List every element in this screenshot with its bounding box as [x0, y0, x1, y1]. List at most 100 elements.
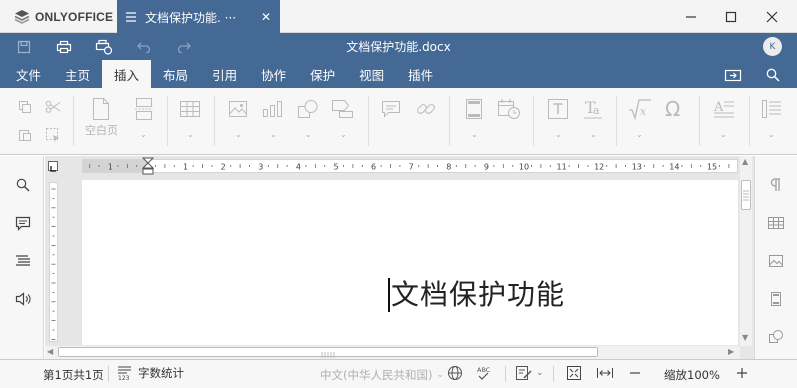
insert-shape-button[interactable]: [297, 98, 319, 120]
document-text[interactable]: 文档保护功能: [391, 273, 565, 313]
document-language-button[interactable]: [447, 365, 463, 381]
paste-icon: [19, 130, 31, 141]
blank-page-icon: [93, 98, 109, 120]
columns-button[interactable]: [760, 97, 784, 121]
tab-layout[interactable]: 布局: [151, 60, 200, 88]
tab-plugins[interactable]: 插件: [396, 60, 445, 88]
insert-table-button[interactable]: [178, 98, 202, 120]
chevron-down-icon[interactable]: ⌄: [590, 130, 597, 139]
tab-view[interactable]: 视图: [347, 60, 396, 88]
ruler-number: 5: [333, 163, 338, 172]
fit-page-button[interactable]: [566, 365, 582, 381]
scroll-left-icon[interactable]: ◀: [47, 347, 53, 356]
indent-marker-icon[interactable]: [142, 157, 154, 175]
grip-icon: [743, 190, 749, 201]
vertical-scrollbar[interactable]: ▲ ▼: [740, 156, 752, 346]
tab-protection[interactable]: 保护: [298, 60, 347, 88]
zoom-in-button[interactable]: [735, 365, 749, 381]
chevron-down-icon[interactable]: ⌄: [340, 130, 347, 139]
spellcheck-button[interactable]: ABC: [476, 365, 494, 381]
tab-insert[interactable]: 插入: [102, 60, 152, 88]
symbol-button[interactable]: Ω: [663, 97, 687, 121]
image-settings-button[interactable]: [766, 251, 786, 271]
blank-page-button[interactable]: [90, 96, 112, 122]
cut-button[interactable]: [44, 98, 62, 116]
scroll-down-icon[interactable]: ▼: [742, 333, 748, 342]
search-button[interactable]: [763, 65, 783, 85]
user-avatar[interactable]: K: [763, 37, 782, 56]
chevron-down-icon[interactable]: ⌄: [140, 130, 147, 139]
scroll-right-icon[interactable]: ▶: [728, 347, 734, 356]
chevron-down-icon[interactable]: ⌄: [235, 130, 242, 139]
chevron-down-icon[interactable]: ⌄: [270, 130, 277, 139]
word-count-label: 字数统计: [138, 366, 184, 380]
scroll-up-icon[interactable]: ▲: [742, 157, 748, 166]
copy-button[interactable]: [16, 98, 34, 116]
comments-panel-button[interactable]: [13, 214, 33, 232]
maximize-icon: [725, 11, 737, 23]
page-info[interactable]: 第1页共1页: [43, 367, 104, 383]
plus-icon: [737, 368, 747, 378]
text-box-button[interactable]: [546, 97, 570, 121]
table-settings-button[interactable]: [766, 213, 786, 233]
open-location-button[interactable]: [723, 65, 743, 85]
insert-smartart-button[interactable]: [331, 98, 355, 120]
paragraph-settings-button[interactable]: [766, 175, 786, 195]
equation-button[interactable]: x: [628, 97, 652, 121]
toolbar-separator: [699, 96, 700, 146]
tab-file[interactable]: 文件: [0, 60, 53, 88]
chevron-down-icon[interactable]: ⌄: [471, 130, 478, 139]
vertical-scroll-thumb[interactable]: [741, 180, 751, 210]
fit-width-button[interactable]: [596, 365, 614, 381]
drop-cap-button[interactable]: A: [712, 97, 736, 121]
header-footer-settings-button[interactable]: [766, 289, 786, 309]
close-tab-icon[interactable]: ✕: [261, 10, 271, 24]
page-break-icon: [135, 98, 153, 120]
word-count-button[interactable]: 123 字数统计: [117, 365, 184, 381]
tab-home[interactable]: 主页: [53, 60, 102, 88]
header-footer-button[interactable]: [463, 97, 485, 121]
search-panel-button[interactable]: [13, 176, 33, 194]
maximize-button[interactable]: [719, 5, 743, 29]
minimize-button[interactable]: [679, 5, 703, 29]
chevron-down-icon[interactable]: ⌄: [768, 130, 775, 139]
close-window-button[interactable]: [760, 5, 784, 29]
minus-icon: [630, 372, 640, 374]
horizontal-ruler[interactable]: 1 1 2 3 4 5 6 7 8 9 10 11 12 13 14 15: [82, 157, 738, 175]
document-tab[interactable]: 文档保护功能. ··· ✕: [117, 0, 280, 34]
chevron-down-icon: ⌄: [536, 368, 544, 378]
zoom-level[interactable]: 缩放100%: [664, 367, 720, 383]
track-changes-button[interactable]: ⌄: [515, 365, 544, 381]
shape-settings-button[interactable]: [766, 327, 786, 347]
vertical-ruler[interactable]: [49, 182, 58, 342]
navigation-panel-button[interactable]: [13, 252, 33, 270]
document-page[interactable]: 文档保护功能: [82, 180, 738, 345]
tab-collaboration[interactable]: 协作: [249, 60, 298, 88]
date-time-button[interactable]: [497, 97, 521, 121]
insert-image-button[interactable]: [227, 98, 249, 120]
headings-icon: [16, 255, 30, 266]
language-selector[interactable]: 中文(中华人民共和国) ⌄: [320, 367, 444, 383]
tab-references[interactable]: 引用: [200, 60, 249, 88]
horizontal-scroll-thumb[interactable]: [58, 347, 598, 358]
feedback-panel-button[interactable]: [13, 290, 33, 308]
chevron-down-icon[interactable]: ⌄: [636, 130, 643, 139]
chevron-down-icon[interactable]: ⌄: [305, 130, 312, 139]
chevron-down-icon[interactable]: ⌄: [720, 130, 727, 139]
word-count-icon: 123: [118, 366, 131, 381]
text-art-button[interactable]: Ta: [582, 97, 604, 121]
select-all-button[interactable]: [44, 126, 62, 144]
document-tab-title: 文档保护功能. ···: [145, 10, 237, 25]
equation-icon: x: [629, 99, 651, 120]
horizontal-scrollbar[interactable]: ◀ ▶: [45, 346, 740, 359]
tab-stop-selector[interactable]: [48, 161, 58, 172]
add-comment-button[interactable]: [380, 98, 402, 120]
zoom-out-button[interactable]: [628, 365, 642, 381]
chevron-down-icon[interactable]: ⌄: [555, 130, 562, 139]
paste-button[interactable]: [16, 126, 34, 144]
insert-chart-button[interactable]: [262, 98, 284, 120]
left-sidebar: [0, 156, 44, 359]
hyperlink-button[interactable]: [415, 98, 437, 120]
chevron-down-icon[interactable]: ⌄: [187, 130, 194, 139]
page-break-button[interactable]: [133, 96, 155, 122]
